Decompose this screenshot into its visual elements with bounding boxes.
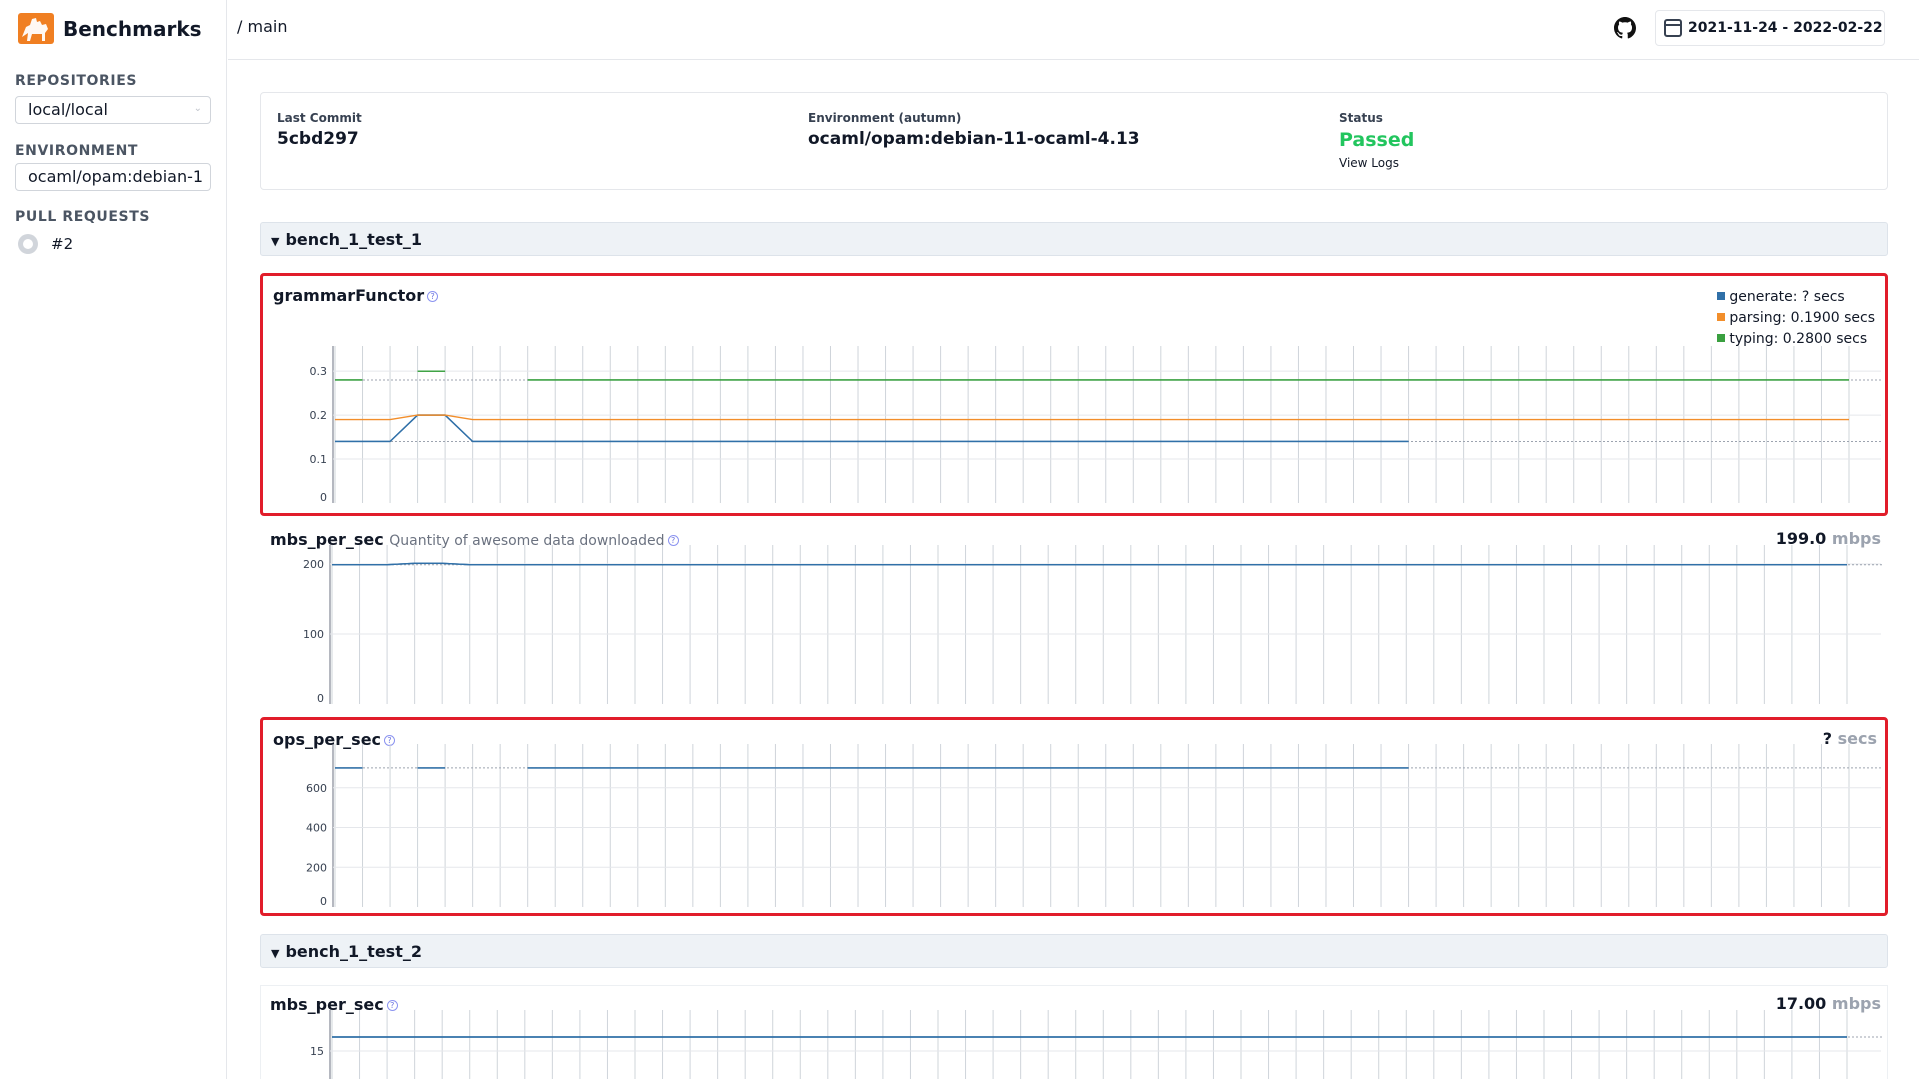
section-header-bench-1-test-2[interactable]: ▼ bench_1_test_2 [260, 934, 1888, 968]
chart-mbs-per-sec-2[interactable]: 15 [261, 986, 1889, 1079]
app-title: Benchmarks [63, 16, 202, 41]
y-tick-label: 100 [303, 628, 324, 641]
chart-panel-mbs-per-sec: mbs_per_sec Quantity of awesome data dow… [260, 520, 1888, 706]
chevron-down-icon: ⌄ [193, 103, 202, 114]
chart-ops-per-sec[interactable]: 0 200 400 600 [263, 720, 1885, 913]
environment-select-value: ocaml/opam:debian-1 [28, 167, 204, 186]
commit-info-card: Last Commit 5cbd297 Environment (autumn)… [260, 92, 1888, 190]
environment-info-label: Environment (autumn) [808, 111, 962, 125]
environment-select[interactable]: ocaml/opam:debian-1 [15, 163, 211, 191]
repository-select-value: local/local [28, 100, 108, 119]
status-label: Status [1339, 111, 1383, 125]
y-tick-label: 15 [310, 1045, 324, 1058]
last-commit-value[interactable]: 5cbd297 [277, 129, 362, 149]
sidebar: Benchmarks REPOSITORIES local/local ⌄ EN… [0, 0, 227, 1079]
series-line-parsing [335, 414, 1849, 421]
view-logs-link[interactable]: View Logs [1339, 156, 1414, 170]
brand[interactable]: Benchmarks [18, 13, 202, 44]
section-title: bench_1_test_1 [285, 230, 422, 249]
y-tick-label: 0 [317, 692, 324, 705]
github-icon[interactable] [1614, 17, 1636, 39]
environment-info-value: ocaml/opam:debian-11-ocaml-4.13 [808, 129, 1140, 149]
y-tick-label: 0.2 [310, 409, 328, 422]
status-block: Status Passed View Logs [1339, 111, 1414, 170]
chart-panel-grammarfunctor: grammarFunctor? generate: ? secs parsing… [260, 273, 1888, 516]
chart-mbs-per-sec[interactable]: 0 100 200 [261, 521, 1889, 707]
camel-logo-icon [18, 13, 54, 44]
chart-grid [329, 1010, 1881, 1079]
section-header-bench-1-test-1[interactable]: ▼ bench_1_test_1 [260, 222, 1888, 256]
y-tick-label: 200 [303, 558, 324, 571]
chart-grid [329, 545, 1881, 704]
breadcrumb[interactable]: / main [237, 17, 287, 36]
pull-request-label: #2 [51, 235, 74, 253]
chart-grid [332, 346, 1881, 503]
y-tick-label: 200 [306, 861, 327, 874]
chart-panel-mbs-per-sec-2: mbs_per_sec? 17.00 mbps 15 [260, 985, 1888, 1079]
pull-requests-label: PULL REQUESTS [15, 209, 151, 225]
y-tick-label: 0.1 [310, 453, 328, 466]
y-tick-label: 0 [320, 491, 327, 504]
last-commit-block: Last Commit 5cbd297 [277, 111, 362, 149]
github-icon [18, 234, 38, 254]
environment-label: ENVIRONMENT [15, 143, 139, 159]
repository-select[interactable]: local/local ⌄ [15, 96, 211, 124]
y-tick-label: 400 [306, 822, 327, 835]
pull-request-item[interactable]: #2 [18, 234, 73, 254]
repositories-label: REPOSITORIES [15, 73, 138, 89]
date-range-value: 2021-11-24 - 2022-02-22 [1688, 20, 1883, 36]
chart-grammarfunctor[interactable]: 0 0.1 0.2 0.3 [263, 276, 1885, 513]
environment-block: Environment (autumn) ocaml/opam:debian-1… [808, 111, 1140, 149]
y-tick-label: 0 [320, 895, 327, 908]
caret-down-icon: ▼ [271, 235, 280, 248]
last-commit-label: Last Commit [277, 111, 362, 125]
section-title: bench_1_test_2 [285, 942, 422, 961]
y-tick-label: 0.3 [310, 365, 328, 378]
calendar-icon [1664, 19, 1682, 37]
status-badge: Passed [1339, 129, 1415, 151]
top-bar: / main 2021-11-24 - 2022-02-22 [228, 0, 1919, 60]
caret-down-icon: ▼ [271, 947, 280, 960]
date-range-picker[interactable]: 2021-11-24 - 2022-02-22 [1655, 10, 1885, 46]
y-tick-label: 600 [306, 782, 327, 795]
chart-panel-ops-per-sec: ops_per_sec? ? secs 0 200 400 600 [260, 717, 1888, 916]
